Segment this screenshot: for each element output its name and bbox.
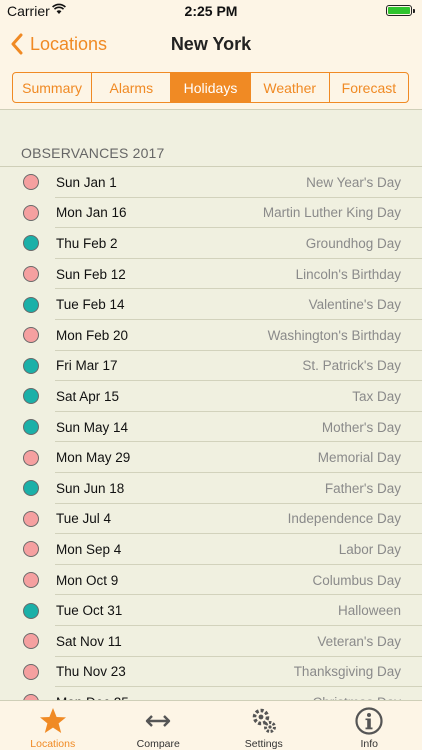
holiday-date: Sun May 14 [56, 419, 129, 435]
list-item[interactable]: Sun May 14 Mother's Day [0, 412, 422, 443]
holiday-name: Father's Day [324, 480, 401, 496]
list-item[interactable]: Sat Nov 11 Veteran's Day [0, 626, 422, 657]
holiday-date: Mon May 29 [56, 450, 131, 466]
list-item[interactable]: Thu Feb 2 Groundhog Day [0, 228, 422, 259]
battery-icon [386, 5, 415, 16]
segmented-control: Summary Alarms Holidays Weather Forecast [12, 72, 409, 103]
holiday-name: Valentine's Day [308, 297, 401, 313]
holiday-date: Sun Jan 1 [56, 174, 117, 190]
holiday-date: Fri Mar 17 [56, 358, 118, 374]
holiday-date: Sat Nov 11 [56, 633, 122, 649]
navigation-bar: Locations New York [0, 22, 422, 66]
status-dot-icon [23, 327, 39, 344]
tab-compare[interactable]: Compare [106, 701, 212, 750]
holiday-date: Sun Feb 12 [56, 266, 126, 282]
tab-locations[interactable]: Locations [0, 701, 106, 750]
list-item[interactable]: Mon Feb 20 Washington's Birthday [0, 320, 422, 351]
status-dot-icon [23, 663, 39, 680]
status-dot-icon [23, 296, 39, 313]
tab-label: Compare [136, 738, 180, 750]
list-item[interactable]: Tue Oct 31 Halloween [0, 595, 422, 626]
holiday-name: Independence Day [287, 511, 401, 527]
status-bar: Carrier 2:25 PM [0, 0, 422, 22]
status-dot-icon [23, 419, 39, 436]
status-dot-icon [23, 357, 39, 374]
holiday-date: Sat Apr 15 [56, 388, 120, 404]
status-dot-icon [23, 174, 39, 191]
list-item[interactable]: Sat Apr 15 Tax Day [0, 381, 422, 412]
segment-weather[interactable]: Weather [249, 73, 329, 102]
list-item[interactable]: Thu Nov 23 Thanksgiving Day [0, 657, 422, 688]
holiday-name: Tax Day [352, 388, 401, 404]
page-title: New York [170, 34, 252, 54]
status-dot-icon [23, 602, 39, 619]
segment-summary[interactable]: Summary [13, 73, 91, 102]
holiday-name: Labor Day [338, 541, 401, 557]
status-dot-icon [23, 388, 39, 405]
list-item[interactable]: Sun Jan 1 New Year's Day [0, 167, 422, 198]
list-item[interactable]: Tue Jul 4 Independence Day [0, 504, 422, 535]
arrows-icon [146, 715, 171, 727]
status-dot-icon [23, 572, 39, 589]
holiday-name: St. Patrick's Day [302, 358, 401, 374]
status-dot-icon [23, 235, 39, 252]
holiday-name: Columbus Day [312, 572, 401, 588]
status-dot-icon [23, 204, 39, 221]
list-item[interactable]: Mon May 29 Memorial Day [0, 442, 422, 473]
holiday-name: Groundhog Day [305, 235, 401, 251]
tab-label: Info [360, 738, 378, 750]
list-item[interactable]: Sun Jun 18 Father's Day [0, 473, 422, 504]
holiday-date: Mon Sep 4 [56, 541, 122, 557]
list-item[interactable]: Mon Dec 25Christmas Day [0, 687, 422, 700]
segment-area: Summary Alarms Holidays Weather Forecast [0, 66, 422, 110]
tab-label: Locations [30, 738, 76, 750]
holiday-date: Thu Nov 23 [56, 664, 126, 680]
list-item[interactable]: Sun Feb 12 Lincoln's Birthday [0, 259, 422, 290]
status-dot-icon [23, 449, 39, 466]
segment-forecast[interactable]: Forecast [328, 73, 408, 102]
list-item[interactable]: Mon Jan 16 Martin Luther King Day [0, 198, 422, 229]
list-item[interactable]: Mon Sep 4 Labor Day [0, 534, 422, 565]
holiday-name: New Year's Day [306, 174, 401, 190]
holiday-name: Washington's Birthday [267, 327, 401, 343]
holiday-name: Thanksgiving Day [293, 664, 401, 680]
holiday-date: Tue Feb 14 [56, 297, 125, 313]
status-dot-icon [23, 480, 39, 497]
info-icon [355, 707, 383, 735]
tab-label: Settings [244, 738, 283, 750]
status-dot-icon [23, 633, 39, 650]
tab-settings[interactable]: Settings [211, 701, 317, 750]
status-dot-icon [23, 541, 39, 558]
tab-info[interactable]: Info [317, 701, 422, 750]
holiday-name: Lincoln's Birthday [295, 266, 401, 282]
gears-icon [252, 708, 276, 733]
holiday-date: Thu Feb 2 [56, 235, 118, 251]
holiday-date: Mon Oct 9 [56, 572, 119, 588]
list-item[interactable]: Fri Mar 17 St. Patrick's Day [0, 351, 422, 382]
status-dot-icon [23, 266, 39, 283]
holiday-date: Tue Jul 4 [56, 511, 112, 527]
section-header: OBSERVANCES 2017 [21, 145, 165, 161]
tab-bar: Locations Compare Settings Info [0, 700, 422, 750]
status-dot-icon [23, 510, 39, 527]
holiday-list[interactable]: Sun Jan 1 New Year's Day Mon Jan 16 Martin … [0, 166, 422, 700]
segment-alarms[interactable]: Alarms [91, 73, 170, 102]
holiday-name: Martin Luther King Day [262, 205, 401, 221]
holiday-name: Halloween [337, 603, 401, 619]
holiday-name: Mother's Day [321, 419, 401, 435]
list-item[interactable]: Tue Feb 14 Valentine's Day [0, 289, 422, 320]
holiday-date: Mon Jan 16 [56, 205, 127, 221]
holiday-date: Sun Jun 18 [56, 480, 125, 496]
holiday-name: Veteran's Day [317, 633, 401, 649]
holiday-name: Memorial Day [317, 450, 401, 466]
clock: 2:25 PM [184, 3, 238, 19]
segment-holidays[interactable]: Holidays [170, 73, 250, 102]
holiday-date: Mon Feb 20 [56, 327, 129, 343]
star-icon [39, 708, 66, 733]
holiday-date: Tue Oct 31 [56, 603, 123, 619]
list-item[interactable]: Mon Oct 9 Columbus Day [0, 565, 422, 596]
